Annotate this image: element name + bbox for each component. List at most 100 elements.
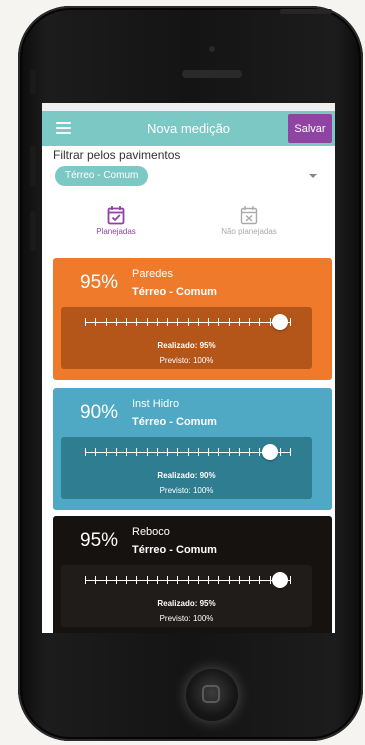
- tab-nao-planejadas[interactable]: Não planejadas: [194, 205, 304, 236]
- realizado-text: Realizado: 90%: [157, 471, 216, 480]
- card-percent: 95%: [80, 272, 119, 293]
- previsto-text: Previsto: 100%: [159, 486, 214, 495]
- slider-tick: [167, 576, 168, 584]
- previsto-text: Previsto: 100%: [159, 614, 214, 623]
- slider-tick: [249, 576, 250, 584]
- slider-tick: [249, 448, 250, 456]
- slider-tick: [115, 448, 117, 456]
- slider-tick: [136, 448, 138, 456]
- slider-thumb[interactable]: [271, 572, 288, 588]
- card-progress-panel: Realizado: 95% Previsto: 100%: [61, 565, 312, 627]
- slider-tick: [156, 576, 158, 584]
- tab-label: Planejadas: [96, 227, 136, 236]
- slider-tick: [146, 448, 148, 456]
- home-button[interactable]: [186, 669, 238, 721]
- tab-planejadas[interactable]: Planejadas: [61, 205, 171, 236]
- slider-tick: [156, 448, 158, 456]
- slider-tick: [259, 576, 261, 584]
- card-title: Paredes: [132, 268, 173, 280]
- slider-tick: [136, 576, 138, 584]
- slider-tick: [187, 448, 189, 456]
- card-title: Inst Hidro: [132, 398, 180, 410]
- progress-slider[interactable]: [85, 572, 291, 588]
- floor-filter-chip[interactable]: Térreo - Comum: [55, 166, 149, 186]
- progress-slider[interactable]: [85, 314, 291, 330]
- slider-tick: [228, 448, 230, 456]
- slider-tick: [126, 576, 127, 584]
- slider-tick: [95, 448, 97, 456]
- measurement-card[interactable]: 95% Reboco Térreo - Comum Realizado: 95%…: [53, 516, 332, 633]
- slider-tick: [249, 318, 250, 326]
- slider-tick: [208, 448, 209, 456]
- slider-tick: [208, 576, 209, 584]
- slider-tick: [238, 448, 240, 456]
- slider-tick: [197, 576, 199, 584]
- card-floor: Térreo - Comum: [132, 286, 217, 298]
- slider-tick: [218, 576, 220, 584]
- slider-tick: [146, 318, 148, 326]
- slider-tick: [228, 318, 230, 326]
- realizado-text: Realizado: 95%: [157, 341, 216, 350]
- slider-tick: [228, 576, 230, 584]
- slider-tick: [269, 318, 271, 326]
- slider-tick: [105, 318, 107, 326]
- card-progress-panel: Realizado: 90% Previsto: 100%: [61, 437, 312, 499]
- slider-tick: [177, 576, 179, 584]
- slider-tick: [290, 448, 291, 456]
- slider-tick: [259, 318, 261, 326]
- slider-tick: [115, 318, 117, 326]
- filter-label: Filtrar pelos pavimentos: [53, 148, 181, 162]
- slider-thumb[interactable]: [271, 314, 288, 330]
- card-progress-panel: Realizado: 95% Previsto: 100%: [61, 307, 312, 369]
- slider-tick: [126, 448, 127, 456]
- slider-tick: [197, 448, 199, 456]
- measurement-card[interactable]: 95% Paredes Térreo - Comum Realizado: 95…: [53, 258, 332, 380]
- slider-tick: [279, 448, 281, 456]
- slider-tick: [238, 318, 240, 326]
- status-strip: [42, 103, 335, 111]
- slider-tick: [167, 448, 168, 456]
- slider-tick: [187, 576, 189, 584]
- realizado-text: Realizado: 95%: [157, 599, 216, 608]
- save-button[interactable]: Salvar: [288, 114, 332, 143]
- slider-tick: [177, 448, 179, 456]
- card-percent: 90%: [80, 402, 119, 423]
- slider-tick: [177, 318, 179, 326]
- calendar-x-icon: [240, 206, 258, 225]
- home-square-icon: [202, 685, 220, 703]
- chevron-down-icon[interactable]: [309, 174, 317, 178]
- calendar-check-icon: [107, 206, 125, 225]
- slider-tick: [105, 448, 107, 456]
- card-title: Reboco: [132, 526, 170, 538]
- power-button: [280, 9, 332, 14]
- slider-tick: [218, 448, 220, 456]
- slider-tick: [197, 318, 199, 326]
- slider-tick: [85, 448, 86, 456]
- volume-down-button: [30, 211, 36, 251]
- slider-tick: [218, 318, 220, 326]
- slider-tick: [290, 318, 291, 326]
- mute-switch: [30, 70, 36, 94]
- measurement-card[interactable]: 90% Inst Hidro Térreo - Comum Realizado:…: [53, 388, 332, 510]
- slider-tick: [126, 318, 127, 326]
- slider-tick: [95, 576, 97, 584]
- slider-tick: [208, 318, 209, 326]
- slider-tick: [115, 576, 117, 584]
- slider-tick: [156, 318, 158, 326]
- tab-label: Não planejadas: [221, 227, 277, 236]
- volume-up-button: [30, 146, 36, 186]
- slider-tick: [85, 318, 86, 326]
- slider-tick: [95, 318, 97, 326]
- app-bar: Nova medição Salvar: [42, 111, 335, 146]
- slider-tick: [167, 318, 168, 326]
- card-percent: 95%: [80, 530, 119, 551]
- slider-tick: [259, 448, 261, 456]
- slider-tick: [105, 576, 107, 584]
- progress-slider[interactable]: [85, 444, 291, 460]
- slider-tick: [187, 318, 189, 326]
- slider-tick: [85, 576, 86, 584]
- slider-tick: [290, 576, 291, 584]
- slider-tick: [238, 576, 240, 584]
- earpiece-speaker: [182, 70, 242, 78]
- slider-thumb[interactable]: [261, 444, 278, 460]
